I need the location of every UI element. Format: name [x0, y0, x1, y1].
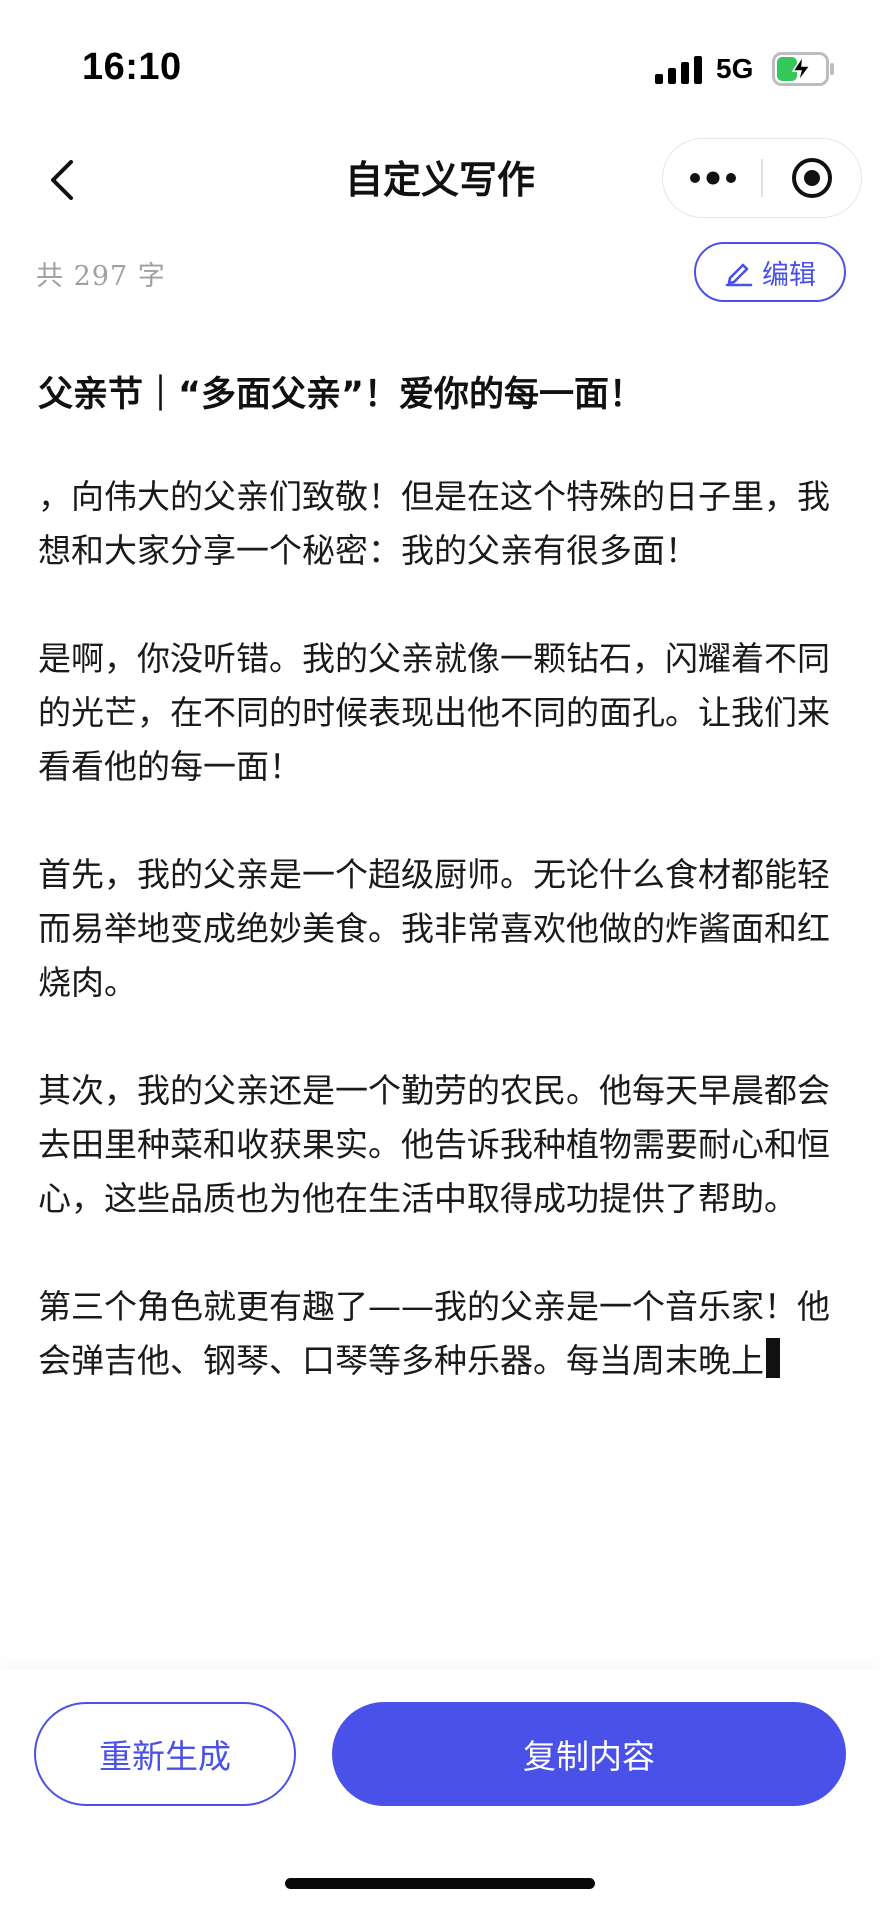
typing-cursor [766, 1338, 780, 1378]
edit-button[interactable]: 编辑 [694, 242, 846, 302]
article-paragraph-text: 第三个角色就更有趣了——我的父亲是一个音乐家！他会弹吉他、钢琴、口琴等多种乐器。… [38, 1287, 830, 1380]
network-label: 5G [716, 53, 754, 84]
edit-label: 编辑 [762, 259, 816, 291]
home-indicator [285, 1878, 595, 1889]
nav-bar: 自定义写作 [0, 130, 880, 230]
mini-program-capsule [662, 138, 862, 218]
battery-charging-icon [772, 52, 834, 86]
more-dots-icon [690, 171, 736, 184]
bottom-action-bar: 重新生成 复制内容 [0, 1670, 880, 1905]
status-time: 16:10 [82, 46, 182, 88]
article-title: 父亲节｜“多面父亲”！爱你的每一面！ [38, 375, 645, 415]
close-mini-program-button[interactable] [763, 139, 860, 216]
regenerate-button[interactable]: 重新生成 [34, 1702, 296, 1806]
article-body[interactable]: ，向伟大的父亲们致敬！但是在这个特殊的日子里，我想和大家分享一个秘密：我的父亲有… [38, 470, 850, 1388]
pencil-icon [725, 263, 753, 287]
article-paragraph: 首先，我的父亲是一个超级厨师。无论什么食材都能轻而易举地变成绝妙美食。我非常喜欢… [38, 855, 830, 1002]
target-close-icon [791, 157, 832, 198]
article-paragraph-last: 第三个角色就更有趣了——我的父亲是一个音乐家！他会弹吉他、钢琴、口琴等多种乐器。… [38, 1280, 850, 1388]
copy-content-button[interactable]: 复制内容 [332, 1702, 846, 1806]
word-count: 共 297 字 [36, 261, 166, 292]
article-paragraph: 是啊，你没听错。我的父亲就像一颗钻石，闪耀着不同的光芒，在不同的时候表现出他不同… [38, 639, 830, 786]
more-button[interactable] [663, 139, 763, 216]
article-paragraph: 其次，我的父亲还是一个勤劳的农民。他每天早晨都会去田里种菜和收获果实。他告诉我种… [38, 1071, 830, 1218]
article-paragraph: ，向伟大的父亲们致敬！但是在这个特殊的日子里，我想和大家分享一个秘密：我的父亲有… [38, 477, 830, 570]
signal-icon [655, 56, 702, 84]
status-bar: 16:10 5G [0, 0, 880, 140]
